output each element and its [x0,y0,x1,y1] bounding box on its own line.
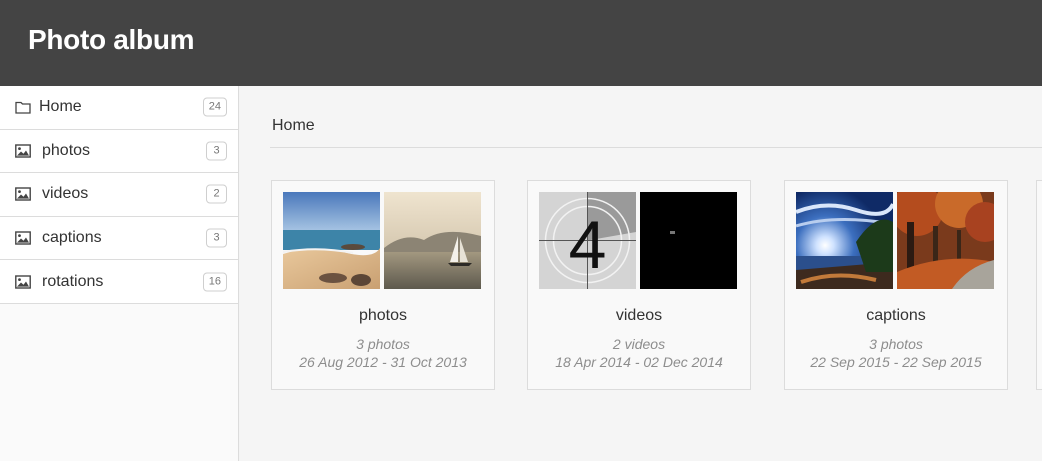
sidebar-item-label: captions [42,229,102,247]
album-thumbnails: 4 [539,192,737,289]
album-item-count: 3 photos [356,336,410,352]
album-item-count: 3 photos [869,336,923,352]
album-date-range: 26 Aug 2012 - 31 Oct 2013 [299,354,467,370]
breadcrumb[interactable]: Home [272,117,315,135]
sidebar-item-videos[interactable]: videos 2 [0,173,238,217]
item-count-badge: 3 [206,228,227,248]
item-count-badge: 2 [206,184,227,204]
album-name: photos [358,307,408,324]
sidebar-item-home[interactable]: Home 24 [0,86,238,130]
album-thumbnails [796,192,994,289]
album-thumbnails [283,192,481,289]
sidebar-item-label: videos [42,185,89,203]
sidebar-item-label: photos [42,141,91,159]
image-icon [15,231,31,245]
app-title: Photo album [28,24,195,55]
item-count-badge: 24 [202,97,227,117]
sidebar-item-label: Home [39,98,82,116]
album-name: captions [866,307,926,324]
thumbnail-beach [283,192,380,289]
thumbnail-autumn-trees [897,192,994,289]
sidebar-item-label: rotations [42,272,104,290]
thumbnail-black-video [640,192,737,289]
image-icon [15,187,31,202]
item-count-badge: 3 [206,141,227,161]
thumbnail-countdown: 4 [539,192,636,289]
sidebar-item-captions[interactable]: captions 3 [0,216,238,261]
album-card-partial[interactable] [1036,180,1042,390]
image-icon [15,274,31,289]
image-icon [15,144,31,158]
album-name: videos [615,307,663,324]
album-card-photos[interactable]: photos 3 photos 26 Aug 2012 - 31 Oct 201… [271,180,495,390]
album-date-range: 22 Sep 2015 - 22 Sep 2015 [810,354,982,370]
album-card-captions[interactable]: captions 3 photos 22 Sep 2015 - 22 Sep 2… [784,180,1008,390]
folder-icon [15,102,31,114]
album-item-count: 2 videos [612,336,666,352]
sidebar-item-photos[interactable]: photos 3 [0,129,238,174]
sidebar: Home 24 photos 3 videos 2 captions 3 rot… [0,86,239,461]
album-date-range: 18 Apr 2014 - 02 Dec 2014 [555,354,723,370]
sidebar-item-rotations[interactable]: rotations 16 [0,260,238,304]
thumbnail-sailboat [384,192,481,289]
divider [270,147,1042,148]
app-header: Photo album [0,0,1042,86]
item-count-badge: 16 [202,272,227,292]
album-card-videos[interactable]: 4 videos 2 videos 18 Apr 2014 - 02 Dec 2… [527,180,751,390]
main-content: Home photos 3 photos 26 Aug 2012 - 31 Oc… [240,86,1042,461]
thumbnail-sunset-lake [796,192,893,289]
svg-text:4: 4 [569,207,607,283]
